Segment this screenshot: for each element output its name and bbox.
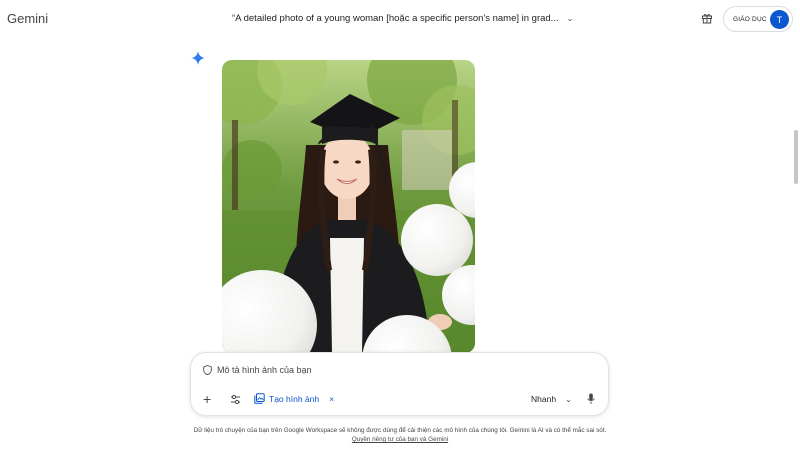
generated-image[interactable]: [222, 60, 475, 353]
gift-icon[interactable]: [701, 12, 713, 24]
privacy-link[interactable]: Quyền riêng tư của bạn và Gemini: [352, 436, 448, 443]
avatar[interactable]: T: [770, 10, 789, 29]
chevron-down-icon: ⌄: [566, 14, 574, 23]
graduation-photo: [222, 60, 475, 353]
model-selector[interactable]: Nhanh ⌄: [531, 394, 572, 404]
model-label: Nhanh: [531, 394, 557, 404]
account-label: GIÁO DỤC: [733, 15, 767, 23]
microphone-icon[interactable]: [587, 393, 595, 405]
gemini-spark-icon: [191, 51, 205, 65]
shield-icon: [203, 365, 212, 375]
close-icon[interactable]: ×: [329, 394, 334, 404]
tools-icon[interactable]: [230, 394, 241, 405]
disclaimer-text: Dữ liệu trò chuyện của bạn trên Google W…: [193, 427, 607, 434]
chevron-down-icon: ⌄: [565, 394, 572, 404]
app-brand[interactable]: Gemini: [7, 11, 48, 26]
conversation-title-dropdown[interactable]: “A detailed photo of a young woman [hoặc…: [232, 13, 573, 24]
plus-icon[interactable]: +: [203, 392, 211, 406]
scrollbar-thumb[interactable]: [794, 130, 798, 184]
prompt-box[interactable]: Mô tả hình ảnh của bạn + Tạo hình ảnh ×: [190, 352, 609, 416]
prompt-input[interactable]: Mô tả hình ảnh của bạn: [217, 365, 312, 375]
gemini-page: Gemini “A detailed photo of a young woma…: [0, 0, 800, 452]
top-bar: Gemini “A detailed photo of a young woma…: [0, 0, 800, 38]
conversation-title: “A detailed photo of a young woman [hoặc…: [232, 13, 559, 24]
image-gallery-icon: [254, 393, 265, 404]
account-switcher[interactable]: GIÁO DỤC T: [723, 6, 793, 32]
create-image-chip[interactable]: Tạo hình ảnh ×: [254, 393, 334, 404]
create-image-label: Tạo hình ảnh: [269, 393, 320, 404]
